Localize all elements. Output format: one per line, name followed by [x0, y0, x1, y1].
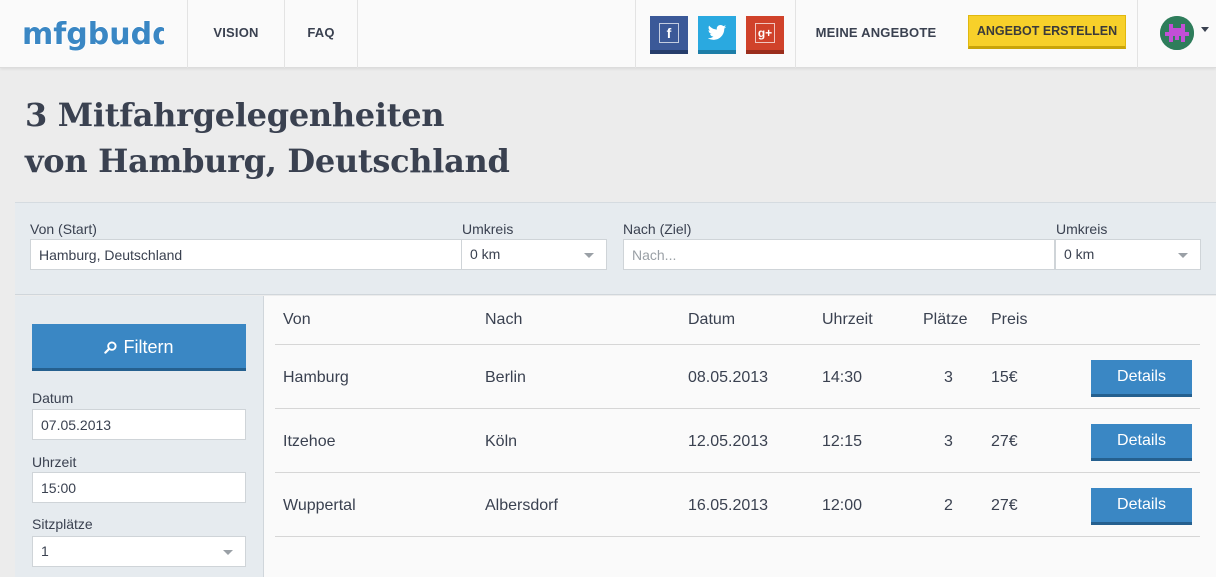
search-icon — [104, 341, 118, 354]
cell-time: 12:00 — [822, 497, 863, 514]
filter-button-label: Filtern — [123, 337, 174, 357]
cell-date: 12.05.2013 — [688, 433, 769, 450]
cell-from: Hamburg — [283, 369, 349, 386]
details-button[interactable]: Details — [1091, 424, 1192, 461]
column-header-time: Uhrzeit — [822, 311, 873, 328]
chevron-down-icon — [584, 253, 594, 258]
column-header-price: Preis — [991, 311, 1028, 328]
cell-from: Wuppertal — [283, 497, 356, 514]
twitter-icon — [707, 25, 727, 40]
nav-divider — [357, 0, 358, 68]
filter-button[interactable]: Filtern — [32, 324, 246, 371]
cell-from: Itzehoe — [283, 433, 336, 450]
to-input[interactable] — [623, 239, 1055, 270]
nav-divider — [1137, 0, 1138, 68]
row-divider — [275, 536, 1200, 537]
cell-to: Berlin — [485, 369, 526, 386]
my-offers-link[interactable]: MEINE ANGEBOTE — [796, 0, 956, 68]
date-label: Datum — [32, 390, 74, 406]
cell-to: Albersdorf — [485, 497, 558, 514]
cell-date: 16.05.2013 — [688, 497, 769, 514]
details-button[interactable]: Details — [1091, 360, 1192, 397]
google-plus-icon: g+ — [755, 23, 775, 43]
cell-time: 14:30 — [822, 369, 863, 386]
details-button[interactable]: Details — [1091, 488, 1192, 525]
facebook-share-button[interactable]: f — [650, 16, 688, 54]
chevron-down-icon — [1178, 253, 1188, 258]
cell-seats: 2 — [944, 497, 953, 514]
svg-text:mfgbuddy: mfgbuddy — [22, 17, 164, 52]
nav-vision-link[interactable]: VISION — [188, 0, 284, 68]
top-navbar: mfgbuddy VISION FAQ f g+ MEINE ANGEBOTE … — [0, 0, 1216, 68]
cell-seats: 3 — [944, 369, 953, 386]
column-header-from: Von — [283, 311, 311, 328]
chevron-down-icon — [223, 550, 233, 555]
cell-date: 08.05.2013 — [688, 369, 769, 386]
twitter-share-button[interactable] — [698, 16, 736, 54]
date-input[interactable] — [32, 409, 246, 440]
radius-from-label: Umkreis — [462, 221, 514, 237]
user-avatar-icon — [1160, 16, 1194, 50]
row-divider — [275, 408, 1200, 409]
from-label: Von (Start) — [30, 221, 97, 237]
radius-to-value: 0 km — [1064, 246, 1095, 262]
column-header-to: Nach — [485, 311, 523, 328]
google-plus-share-button[interactable]: g+ — [746, 16, 784, 54]
cell-seats: 3 — [944, 433, 953, 450]
radius-to-select[interactable]: 0 km — [1055, 239, 1201, 270]
to-label: Nach (Ziel) — [623, 221, 692, 237]
page-title-line2: von Hamburg, Deutschland — [25, 142, 510, 180]
cell-to: Köln — [485, 433, 518, 450]
seats-value: 1 — [41, 543, 49, 559]
cell-price: 27€ — [991, 497, 1018, 514]
seats-label: Sitzplätze — [32, 516, 93, 532]
row-divider — [275, 344, 1200, 345]
seats-select[interactable]: 1 — [32, 536, 246, 567]
radius-to-label: Umkreis — [1056, 221, 1108, 237]
cell-price: 27€ — [991, 433, 1018, 450]
avatar[interactable] — [1160, 16, 1194, 50]
radius-from-value: 0 km — [470, 246, 501, 262]
facebook-icon: f — [659, 23, 679, 43]
column-header-seats: Plätze — [923, 311, 968, 328]
row-divider — [275, 472, 1200, 473]
radius-from-select[interactable]: 0 km — [461, 239, 607, 270]
page-title-line1: 3 Mitfahrgelegenheiten — [25, 96, 445, 134]
create-offer-button[interactable]: ANGEBOT ERSTELLEN — [968, 15, 1126, 49]
cell-time: 12:15 — [822, 433, 863, 450]
time-label: Uhrzeit — [32, 454, 77, 470]
nav-faq-link[interactable]: FAQ — [285, 0, 357, 68]
time-input[interactable] — [32, 472, 246, 503]
nav-divider — [635, 0, 636, 68]
column-header-date: Datum — [688, 311, 736, 328]
mfgbuddy-logo[interactable]: mfgbuddy — [18, 10, 164, 56]
cell-price: 15€ — [991, 369, 1018, 386]
from-input[interactable] — [30, 239, 462, 270]
account-menu-chevron-down-icon[interactable] — [1201, 27, 1209, 32]
page-title: 3 Mitfahrgelegenheiten von Hamburg, Deut… — [25, 92, 925, 184]
